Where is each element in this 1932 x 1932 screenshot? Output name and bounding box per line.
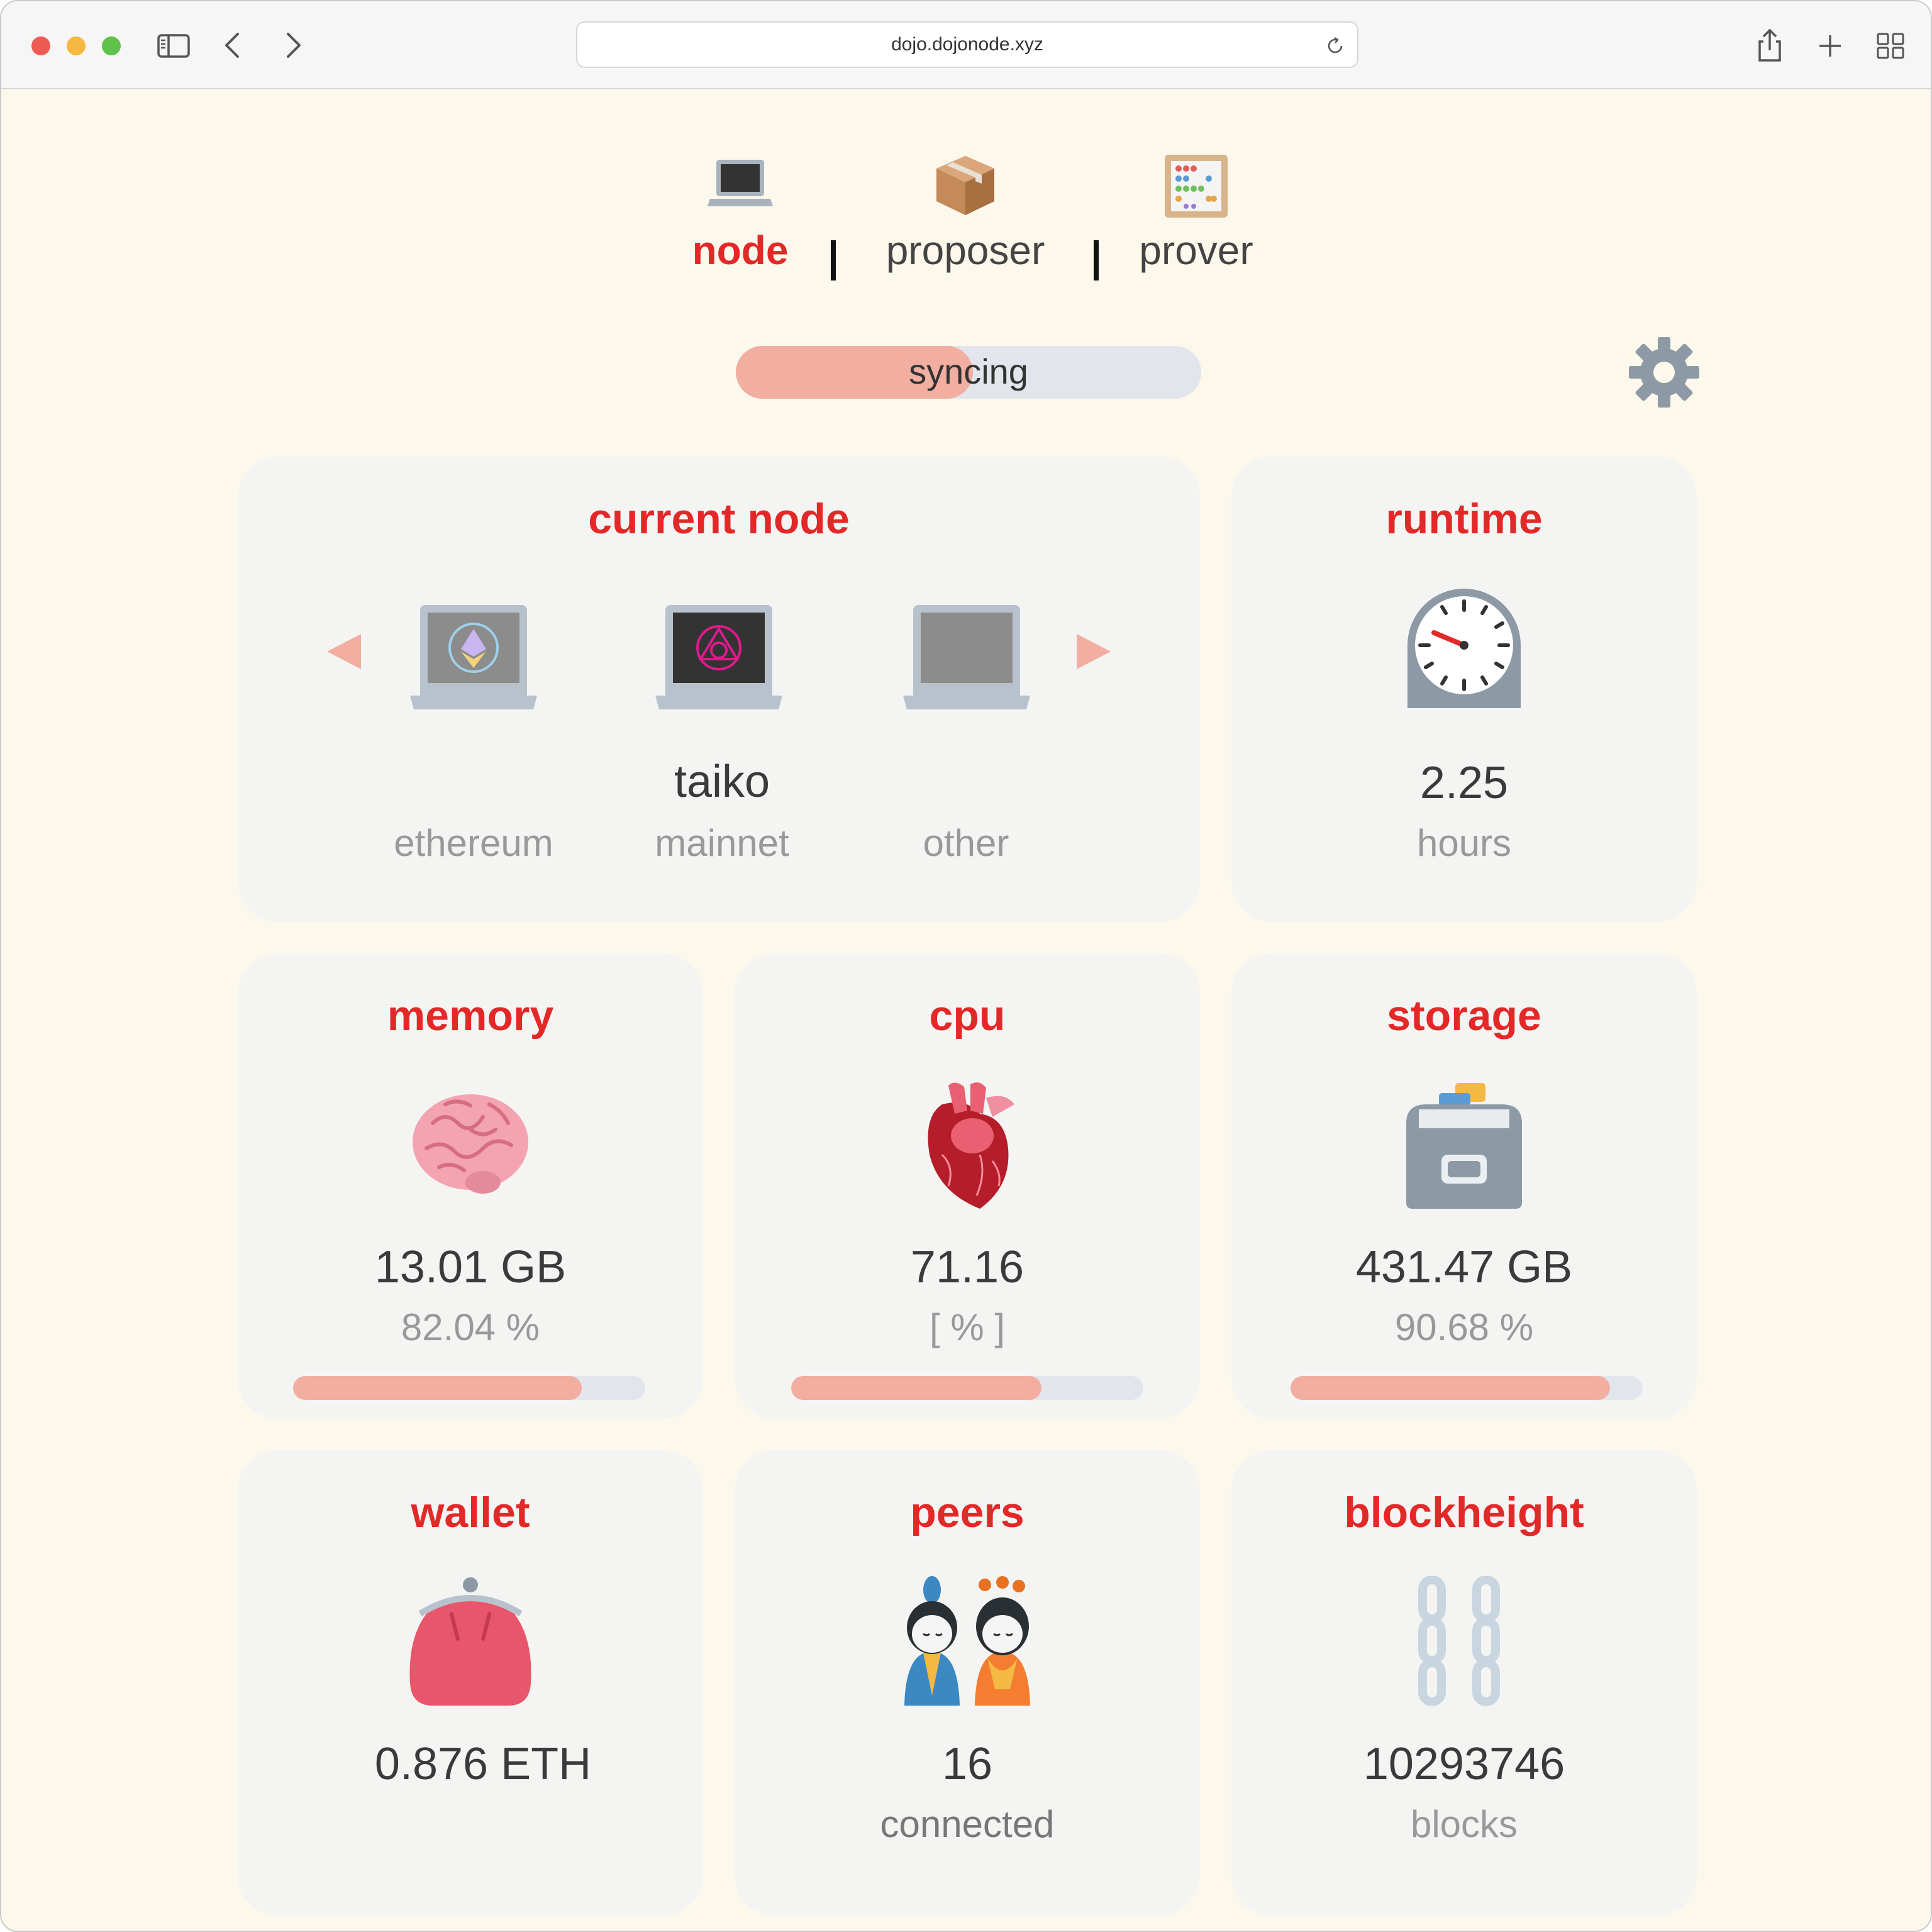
back-icon[interactable] — [213, 25, 253, 65]
next-arrow-icon[interactable] — [1074, 633, 1112, 670]
close-window-button[interactable] — [31, 36, 50, 55]
blockheight-value: 10293746 — [1363, 1739, 1565, 1789]
laptop-icon[interactable] — [901, 601, 1033, 714]
storage-value: 431.47 GB — [1355, 1242, 1573, 1292]
storage-percent: 90.68 % — [1394, 1306, 1534, 1348]
current-node-card: current node ethereum taiko mainnet othe… — [238, 457, 1200, 922]
reload-icon[interactable] — [1324, 35, 1346, 57]
memory-value: 13.01 GB — [374, 1242, 567, 1292]
previous-arrow-icon[interactable] — [326, 633, 364, 670]
sync-status-bar: syncing — [736, 346, 1201, 399]
new-tab-icon[interactable] — [1810, 25, 1850, 65]
sync-status-label: syncing — [909, 352, 1028, 391]
browser-toolbar: dojo.dojonode.xyz — [1, 1, 1931, 89]
taiko-laptop-icon[interactable] — [653, 601, 785, 714]
tab-proposer[interactable]: proposer — [880, 148, 1050, 274]
laptop-icon — [708, 160, 773, 206]
node-taiko-name: taiko — [674, 757, 770, 807]
page-content: node proposer prover syncing current nod… — [1, 89, 1931, 1931]
memory-title: memory — [387, 992, 554, 1040]
storage-progress-bar — [1291, 1376, 1643, 1400]
runtime-title: runtime — [1385, 495, 1543, 543]
memory-card: memory 13.01 GB 82.04 % — [238, 953, 703, 1419]
tab-separator — [831, 240, 836, 280]
address-bar[interactable]: dojo.dojonode.xyz — [576, 21, 1358, 68]
tab-overview-icon[interactable] — [1870, 25, 1911, 65]
dolls-icon — [904, 1576, 1030, 1706]
peers-card: peers 16 connected — [735, 1450, 1200, 1916]
peers-title: peers — [910, 1489, 1024, 1536]
runtime-card: runtime 2.25 hours — [1231, 457, 1697, 922]
blockheight-card: blockheight 10293746 blocks — [1231, 1450, 1697, 1916]
cpu-unit: [ % ] — [929, 1306, 1006, 1348]
current-node-title: current node — [588, 495, 850, 543]
chains-icon — [1418, 1576, 1500, 1706]
memory-percent: 82.04 % — [401, 1306, 540, 1348]
brain-icon — [413, 1094, 528, 1194]
peers-value: 16 — [941, 1739, 993, 1789]
package-icon — [936, 156, 994, 215]
abacus-icon — [1165, 155, 1228, 218]
ethereum-laptop-icon[interactable] — [408, 601, 540, 714]
clock-icon — [1407, 589, 1521, 708]
browser-window: dojo.dojonode.xyz node proposer prover s… — [0, 0, 1932, 1932]
wallet-title: wallet — [411, 1489, 530, 1536]
forward-icon[interactable] — [273, 25, 313, 65]
storage-progress-fill — [1291, 1376, 1610, 1400]
node-ethereum-label: ethereum — [394, 822, 553, 864]
node-other-label: other — [923, 822, 1009, 864]
tab-prover[interactable]: prover — [1133, 148, 1259, 274]
minimize-window-button[interactable] — [67, 36, 86, 55]
memory-progress-fill — [293, 1376, 582, 1400]
share-icon[interactable] — [1750, 25, 1790, 65]
sidebar-icon[interactable] — [153, 25, 194, 65]
heart-icon — [928, 1082, 1014, 1209]
cpu-progress-bar — [791, 1376, 1143, 1400]
card-file-box-icon — [1406, 1083, 1522, 1209]
storage-card: storage 431.47 GB 90.68 % — [1231, 953, 1697, 1419]
wallet-card: wallet 0.876 ETH — [238, 1450, 703, 1916]
tab-node-label: node — [692, 228, 789, 273]
memory-progress-bar — [293, 1376, 645, 1400]
runtime-unit: hours — [1416, 822, 1512, 864]
tab-prover-label: prover — [1139, 228, 1253, 273]
cpu-progress-fill — [791, 1376, 1042, 1400]
cpu-title: cpu — [929, 992, 1006, 1040]
node-mainnet-label: mainnet — [655, 822, 789, 864]
url-text: dojo.dojonode.xyz — [891, 34, 1043, 55]
tab-separator — [1094, 240, 1099, 280]
tab-node[interactable]: node — [677, 148, 803, 274]
wallet-value: 0.876 ETH — [374, 1739, 592, 1789]
cpu-card: cpu 71.16 [ % ] — [735, 953, 1200, 1419]
blockheight-title: blockheight — [1344, 1489, 1584, 1536]
maximize-window-button[interactable] — [102, 36, 121, 55]
gear-icon[interactable] — [1626, 335, 1702, 410]
purse-icon — [409, 1577, 531, 1706]
tab-proposer-label: proposer — [886, 228, 1045, 273]
storage-title: storage — [1387, 992, 1541, 1040]
cpu-value: 71.16 — [910, 1242, 1024, 1292]
blockheight-unit: blocks — [1410, 1803, 1518, 1845]
peers-unit: connected — [880, 1803, 1055, 1845]
runtime-value: 2.25 — [1419, 758, 1509, 808]
